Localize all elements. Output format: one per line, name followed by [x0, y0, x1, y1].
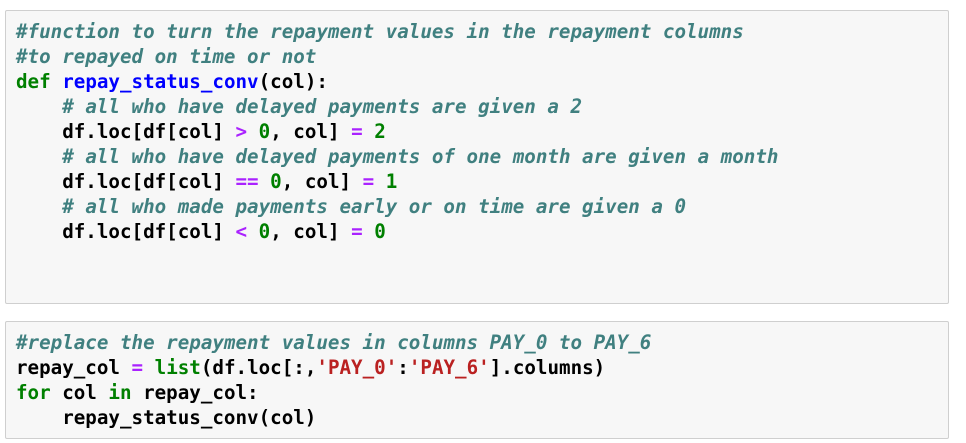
- code-line: #to repayed on time or not: [16, 44, 778, 69]
- code-token-funcname: repay_status_conv: [62, 70, 259, 93]
- code-token-plain: , col]: [281, 170, 363, 193]
- code-token-operator: =: [131, 356, 144, 379]
- code-token-number: 0: [270, 170, 282, 193]
- code-token-comment: # all who have delayed payments of one m…: [62, 145, 779, 168]
- code-line: # all who have delayed payments of one m…: [16, 144, 778, 169]
- code-token-comment: # all who have delayed payments are give…: [62, 95, 583, 118]
- code-token-builtin: list: [154, 356, 201, 379]
- code-line: df.loc[df[col] < 0, col] = 0: [16, 219, 778, 244]
- code-token-number: 0: [374, 220, 386, 243]
- code-token-number: 1: [385, 170, 398, 193]
- code-line: repay_col = list(df.loc[:,'PAY_0':'PAY_6…: [16, 355, 651, 380]
- code-editor[interactable]: #function to turn the repayment values i…: [16, 19, 778, 244]
- code-token-comment: #to repayed on time or not: [16, 45, 317, 68]
- code-token-comment: # all who made payments early or on time…: [62, 195, 687, 218]
- code-token-operator: ==: [235, 170, 259, 193]
- code-token-number: 2: [374, 120, 386, 143]
- code-editor[interactable]: #replace the repayment values in columns…: [16, 330, 651, 430]
- code-token-string: 'PAY_6': [408, 356, 490, 379]
- code-token-operator: =: [362, 170, 375, 193]
- code-token-plain: ].columns): [489, 356, 606, 379]
- code-line: # all who have delayed payments are give…: [16, 94, 778, 119]
- code-token-operator: =: [351, 120, 363, 143]
- code-line: #function to turn the repayment values i…: [16, 19, 778, 44]
- code-line: # all who made payments early or on time…: [16, 194, 778, 219]
- code-token-keyword: def: [16, 70, 51, 93]
- code-token-number: 0: [258, 120, 271, 143]
- code-line: repay_status_conv(col): [16, 405, 651, 430]
- code-token-plain: , col]: [270, 220, 352, 243]
- code-token-plain: , col]: [270, 120, 352, 143]
- code-token-operator: >: [235, 120, 248, 143]
- code-token-comment: #function to turn the repayment values i…: [16, 20, 744, 43]
- code-token-plain: df.loc[df[col]: [16, 120, 236, 143]
- code-token-number: 0: [258, 220, 271, 243]
- code-token-operator: =: [351, 220, 363, 243]
- code-token-string: 'PAY_0': [316, 356, 398, 379]
- code-line: df.loc[df[col] > 0, col] = 2: [16, 119, 778, 144]
- code-line: df.loc[df[col] == 0, col] = 1: [16, 169, 778, 194]
- code-line: #replace the repayment values in columns…: [16, 330, 651, 355]
- code-token-plain: repay_status_conv(col): [16, 406, 317, 429]
- code-token-keyword: for: [16, 381, 51, 404]
- code-token-plain: :: [397, 356, 409, 379]
- code-token-plain: (df.loc[:,: [200, 356, 317, 379]
- code-token-plain: col: [50, 381, 109, 404]
- code-token-operator: <: [235, 220, 248, 243]
- code-token-plain: repay_col: [16, 356, 132, 379]
- code-token-plain: (col):: [258, 70, 328, 93]
- code-line: def repay_status_conv(col):: [16, 69, 778, 94]
- code-token-comment: #replace the repayment values in columns…: [16, 331, 652, 354]
- code-cell-apply-loop[interactable]: #replace the repayment values in columns…: [5, 321, 949, 439]
- code-line: for col in repay_col:: [16, 380, 651, 405]
- code-token-plain: repay_col:: [131, 381, 259, 404]
- code-token-keyword: in: [108, 381, 132, 404]
- code-token-plain: df.loc[df[col]: [16, 170, 236, 193]
- code-token-plain: df.loc[df[col]: [16, 220, 236, 243]
- code-cell-function-def[interactable]: #function to turn the repayment values i…: [5, 10, 949, 304]
